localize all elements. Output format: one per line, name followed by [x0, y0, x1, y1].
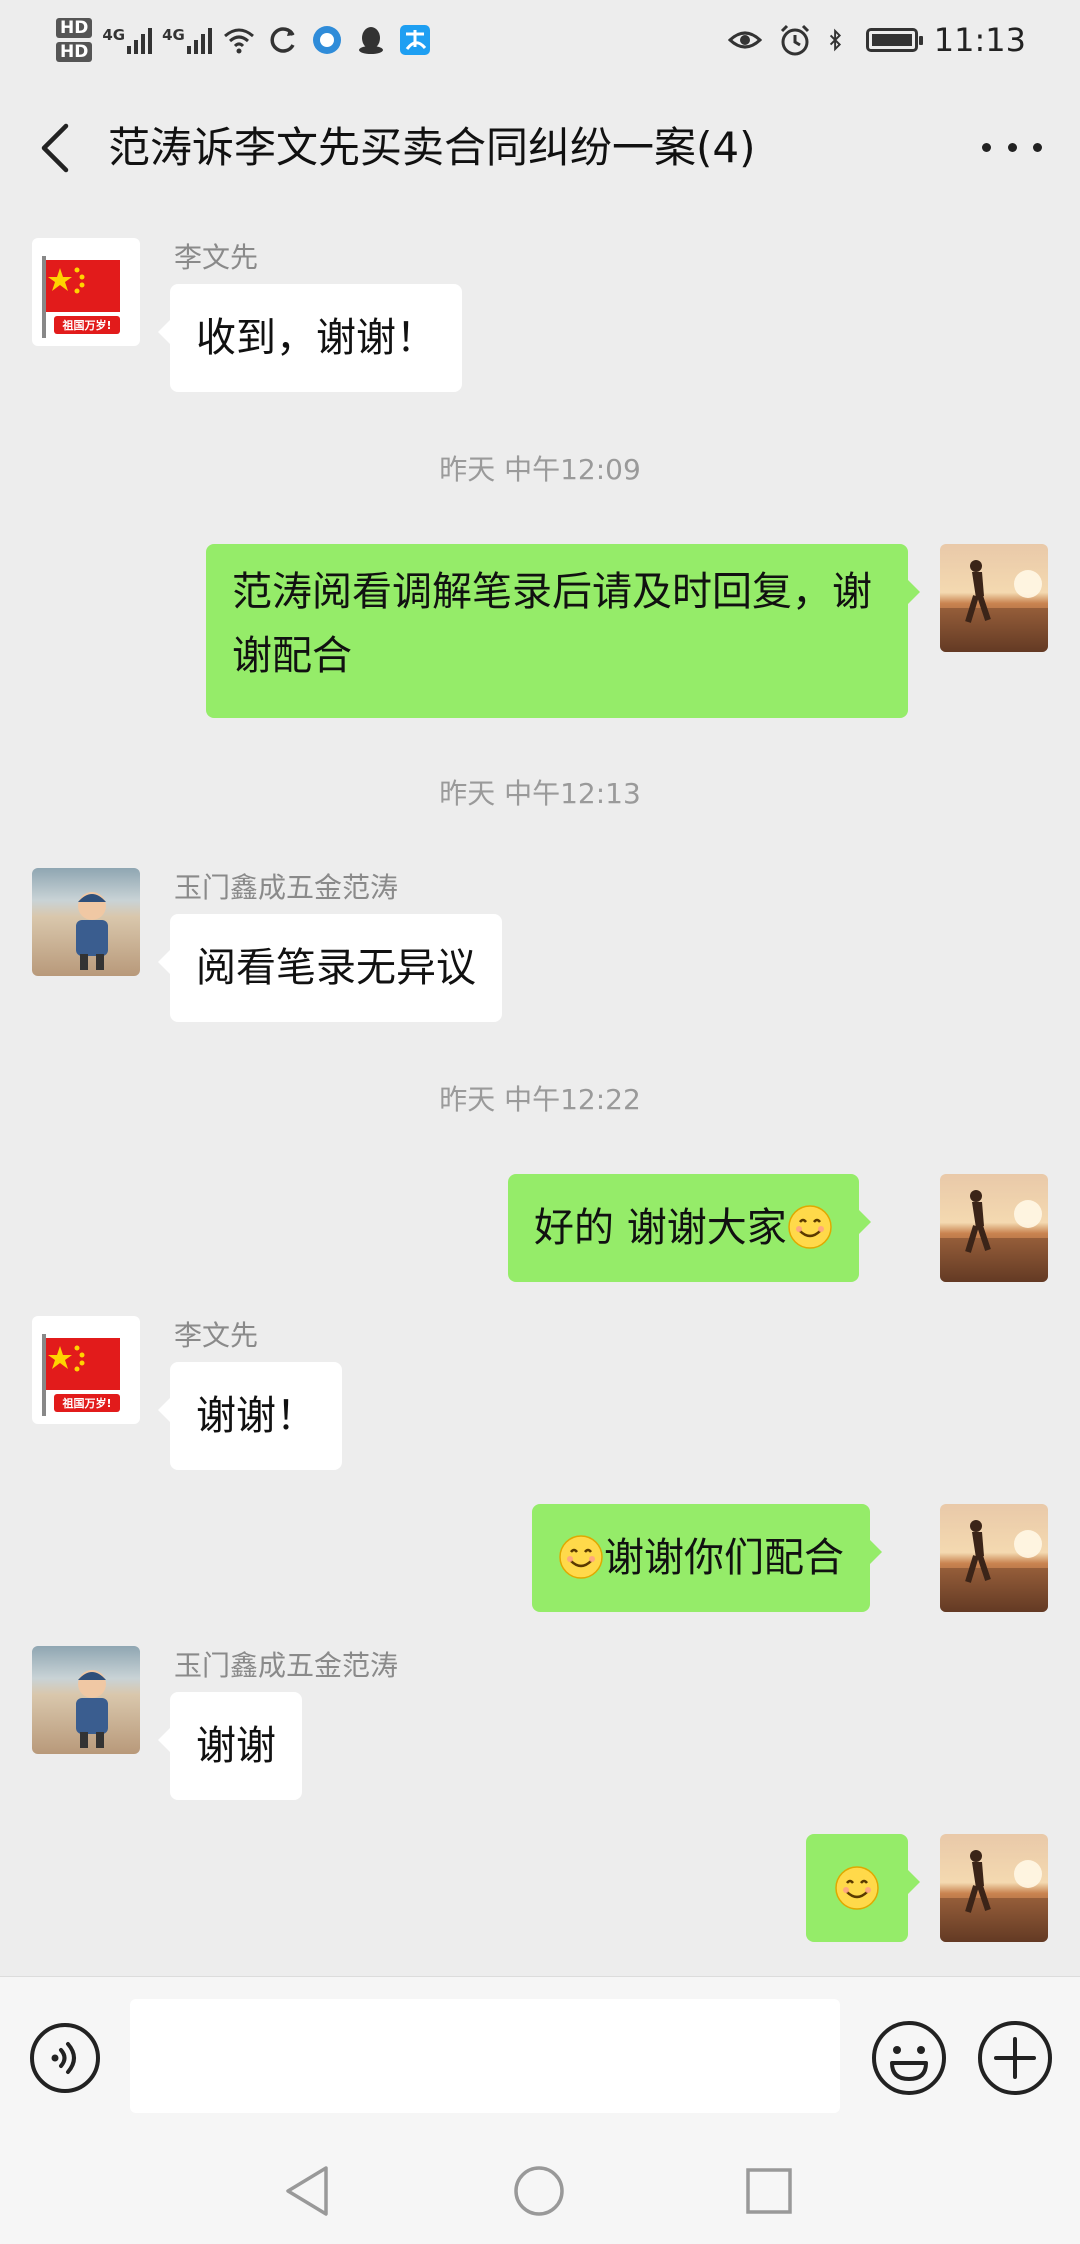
voice-icon[interactable] — [28, 2021, 102, 2095]
smile-emoji-icon — [787, 1205, 832, 1249]
nav-back-icon[interactable] — [282, 2164, 332, 2218]
wifi-icon — [223, 28, 254, 54]
avatar-child[interactable] — [32, 868, 140, 976]
chat-title: 范涛诉李文先买卖合同纠纷一案(4) — [108, 123, 756, 172]
sender-name: 玉门鑫成五金范涛 — [174, 1649, 399, 1682]
message-bubble-in[interactable]: 谢谢 — [158, 1692, 302, 1800]
system-nav-bar — [0, 2136, 1080, 2244]
alipay-icon — [399, 25, 430, 55]
message-bubble-in[interactable]: 收到，谢谢！ — [158, 284, 462, 392]
avatar-self[interactable] — [940, 544, 1048, 652]
avatar-self[interactable] — [940, 1504, 1048, 1612]
hd1-label: HD — [56, 18, 93, 38]
message-text: 范涛阅看调解笔录后请及时回复，谢谢配合 — [232, 569, 872, 679]
nav-recent-icon[interactable] — [744, 2166, 794, 2216]
signal-bars-icon — [127, 26, 153, 54]
more-icon[interactable] — [982, 122, 1042, 172]
emoji-icon[interactable] — [870, 2019, 948, 2097]
message-text: 谢谢你们配合 — [604, 1535, 844, 1581]
message-text: 好的 谢谢大家 — [534, 1205, 787, 1251]
qq-icon — [358, 27, 383, 54]
timestamp: 昨天 中午12:13 — [439, 777, 641, 810]
sender-name: 李文先 — [174, 1319, 259, 1352]
signal-1: 4G — [102, 26, 153, 54]
message-bubble-in[interactable]: 阅看笔录无异议 — [158, 914, 502, 1022]
message-text: 谢谢 — [196, 1723, 276, 1769]
message-input[interactable] — [130, 1999, 840, 2113]
avatar-flag[interactable]: 祖国万岁! — [32, 238, 140, 346]
message-text: 谢谢！ — [196, 1393, 316, 1439]
message-bubble-in[interactable]: 谢谢！ — [158, 1362, 342, 1470]
nav-home-icon[interactable] — [512, 2164, 566, 2218]
avatar-self[interactable] — [940, 1834, 1048, 1942]
message-text: 收到，谢谢！ — [196, 315, 436, 361]
signal-2: 4G — [162, 26, 212, 54]
plus-icon[interactable] — [976, 2019, 1054, 2097]
sender-name: 李文先 — [174, 241, 259, 274]
message-bubble-out[interactable]: 范涛阅看调解笔录后请及时回复，谢谢配合 — [206, 544, 920, 718]
message-bubble-out[interactable]: 谢谢你们配合 — [532, 1504, 882, 1612]
timestamp: 昨天 中午12:22 — [439, 1083, 641, 1116]
browser-icon — [312, 26, 341, 54]
avatar-flag-text: 祖国万岁! — [61, 318, 111, 332]
timestamp: 昨天 中午12:09 — [439, 453, 641, 486]
alarm-icon — [780, 24, 809, 56]
sender-name: 玉门鑫成五金范涛 — [174, 871, 399, 904]
avatar-self[interactable] — [940, 1174, 1048, 1282]
chat-header: 范涛诉李文先买卖合同纠纷一案(4) — [0, 80, 1080, 214]
battery-icon — [865, 28, 923, 52]
status-bar: HD HD 4G 4G 11:13 — [0, 0, 1080, 80]
eye-icon — [727, 31, 762, 49]
hd-indicator: HD HD — [56, 18, 93, 62]
avatar-flag-text: 祖国万岁! — [61, 1396, 111, 1410]
message-bubble-out[interactable] — [806, 1834, 920, 1942]
smile-emoji-icon — [835, 1866, 879, 1910]
signal-bars-icon — [186, 26, 212, 54]
hd2-label: HD — [56, 42, 93, 62]
status-time: 11:13 — [933, 21, 1026, 59]
message-text: 阅看笔录无异议 — [196, 945, 476, 991]
avatar-flag[interactable]: 祖国万岁! — [32, 1316, 140, 1424]
message-bubble-out[interactable]: 好的 谢谢大家 — [508, 1174, 871, 1282]
bluetooth-icon — [829, 28, 841, 52]
smile-emoji-icon — [559, 1535, 603, 1579]
back-icon[interactable] — [36, 118, 76, 178]
sync-icon — [270, 27, 295, 53]
chat-area[interactable]: 祖国万岁! 李文先 收到，谢谢！ 昨天 中午12:09 范涛阅看调解笔录后请及时… — [0, 214, 1080, 1974]
input-bar — [0, 1976, 1080, 2137]
avatar-child[interactable] — [32, 1646, 140, 1754]
